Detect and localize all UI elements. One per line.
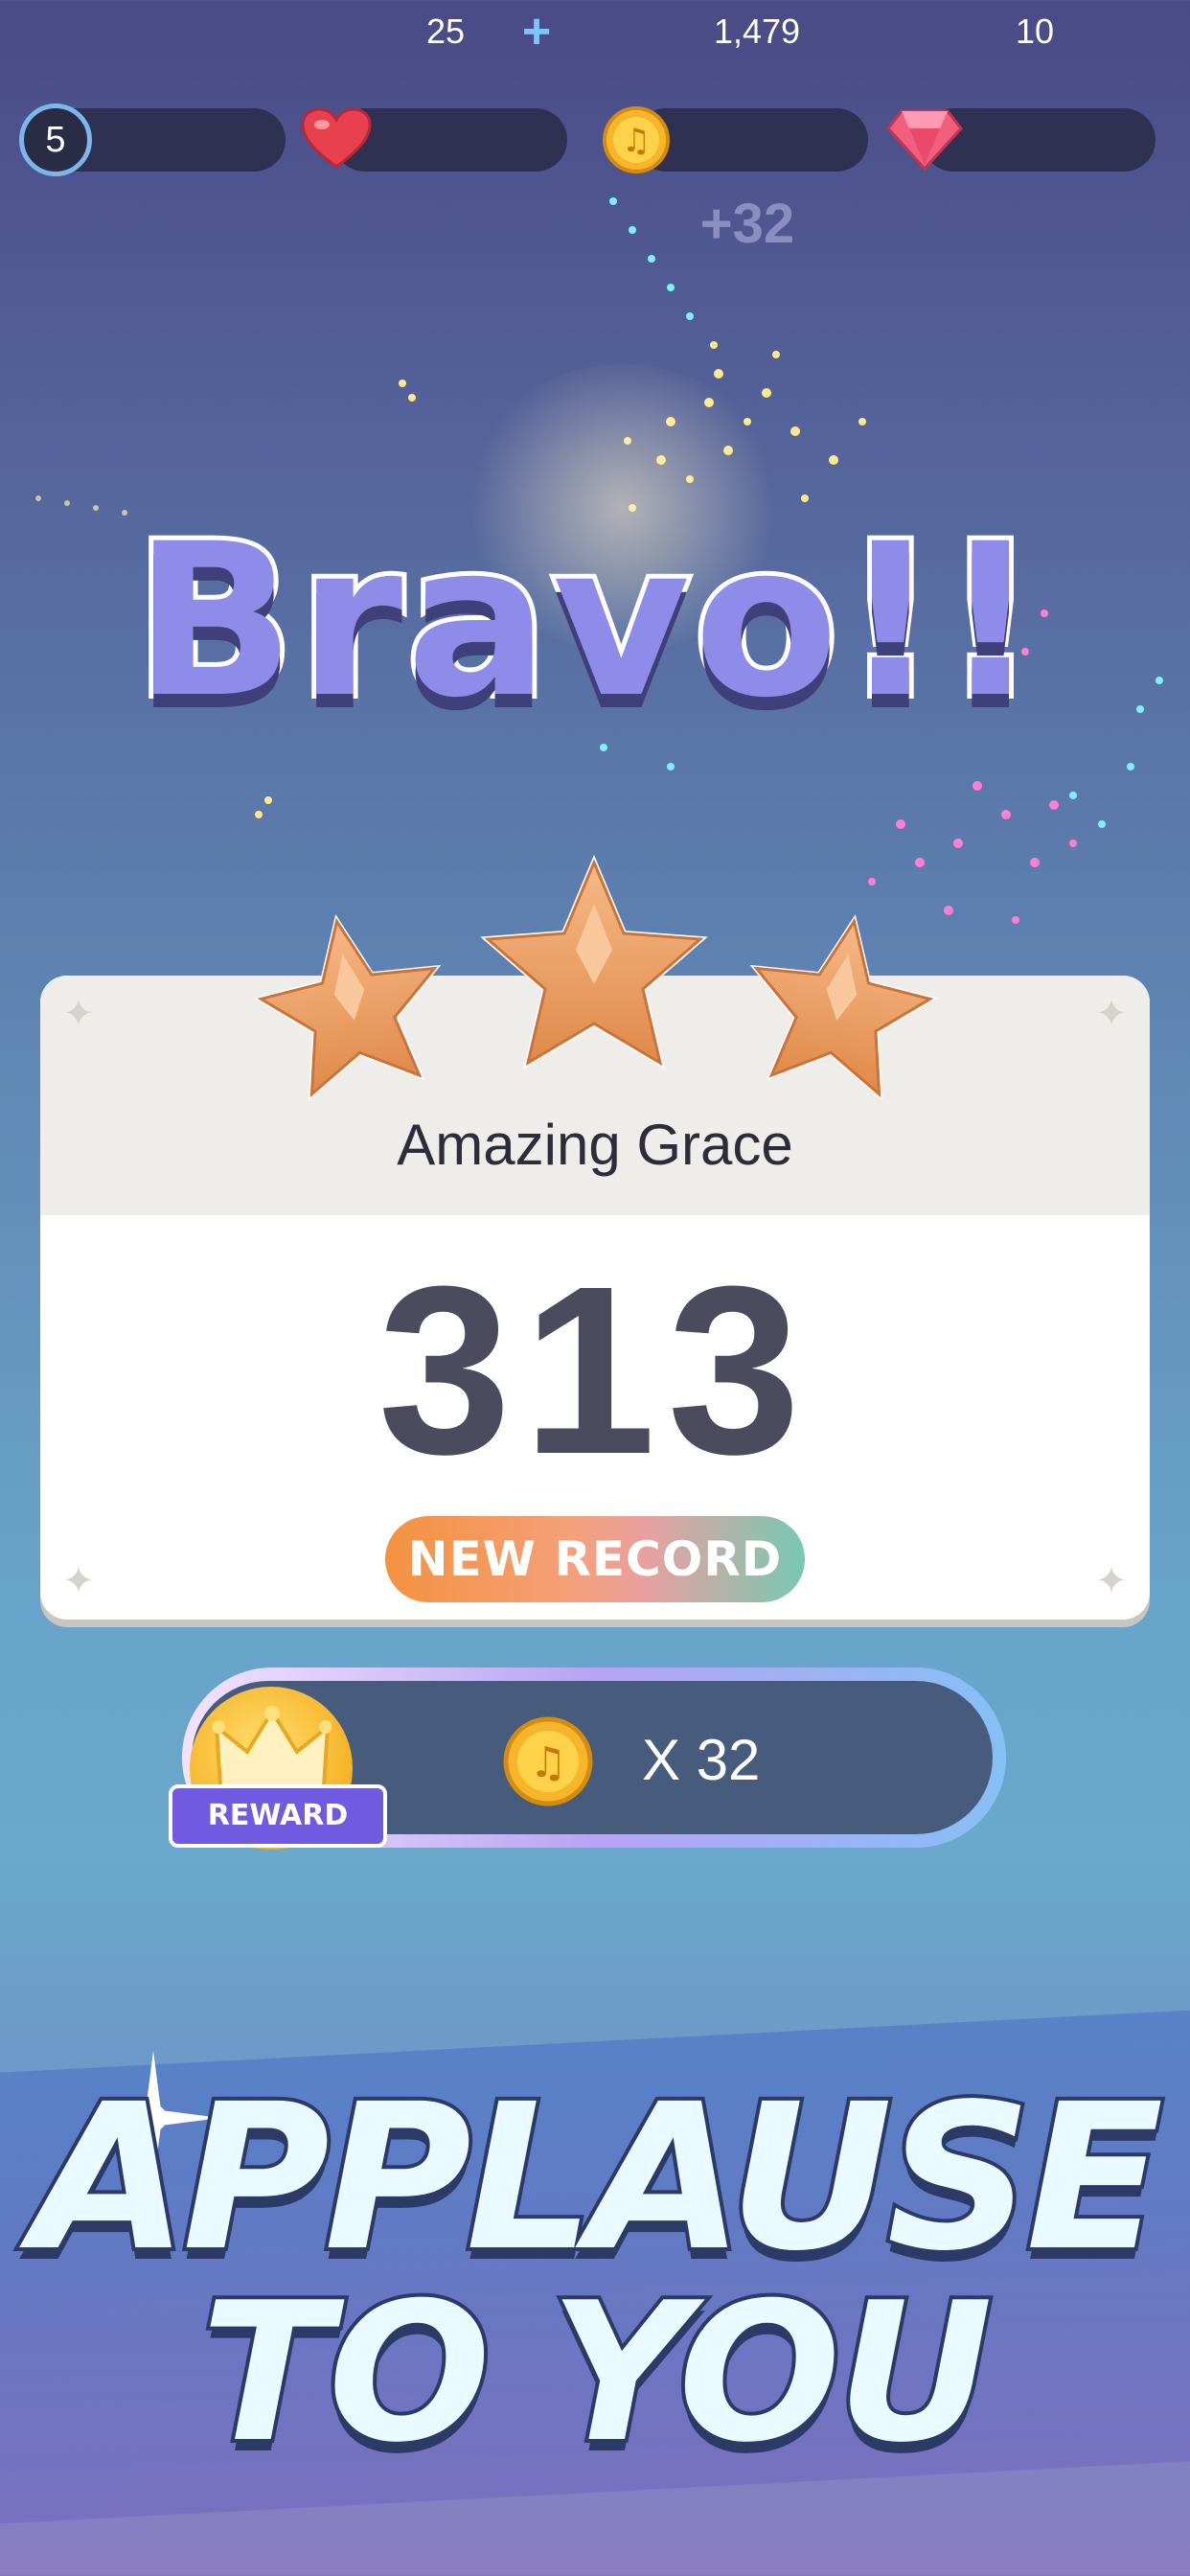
gem-icon bbox=[886, 109, 963, 171]
add-hearts-button[interactable]: + bbox=[513, 0, 561, 63]
bravo-headline: Bravo!! bbox=[129, 494, 1043, 748]
heart-icon bbox=[301, 107, 372, 169]
star-icon bbox=[480, 854, 708, 1070]
star-icon bbox=[749, 913, 938, 1101]
coin-icon: ♫ bbox=[603, 106, 670, 173]
coins-count: 1,479 bbox=[713, 12, 801, 51]
svg-text:♫: ♫ bbox=[622, 122, 651, 160]
reward-amount: X 32 bbox=[642, 1728, 761, 1792]
corner-ornament: ✦ bbox=[62, 992, 95, 1036]
song-title: Amazing Grace bbox=[397, 1113, 793, 1177]
star-icon bbox=[253, 913, 442, 1101]
coins-gained: +32 bbox=[699, 193, 795, 255]
svg-text:♫: ♫ bbox=[529, 1738, 566, 1787]
firework-trail bbox=[35, 495, 127, 516]
gems-count: 10 bbox=[1015, 12, 1055, 51]
hearts-count: 25 bbox=[425, 12, 466, 51]
corner-ornament: ✦ bbox=[1095, 1559, 1128, 1603]
crown-icon bbox=[213, 1706, 332, 1788]
level-badge[interactable]: 5 bbox=[19, 104, 92, 176]
banner-line-2: TO YOU bbox=[197, 2258, 996, 2489]
corner-ornament: ✦ bbox=[1095, 992, 1128, 1036]
coin-icon: ♫ bbox=[503, 1716, 593, 1806]
score-value: 313 bbox=[378, 1236, 812, 1504]
reward-label: REWARD bbox=[169, 1784, 387, 1848]
corner-ornament: ✦ bbox=[62, 1559, 95, 1603]
banner-line-1: APPLAUSE bbox=[29, 2057, 1167, 2299]
new-record-badge: NEW RECORD bbox=[385, 1516, 805, 1602]
star-rating bbox=[253, 854, 938, 1101]
